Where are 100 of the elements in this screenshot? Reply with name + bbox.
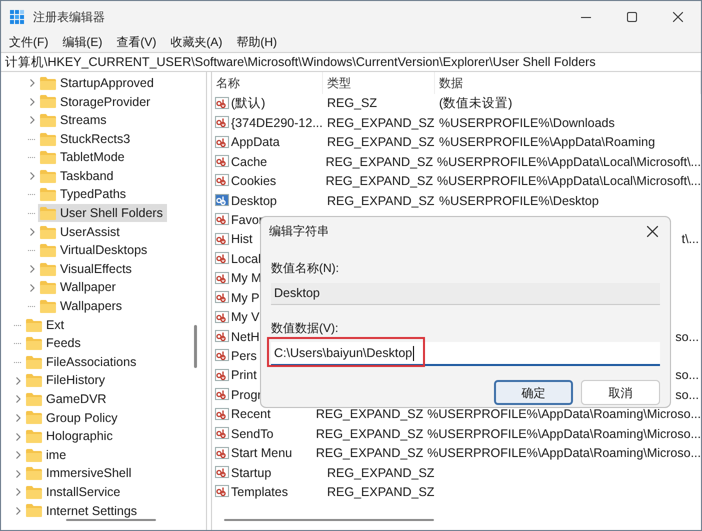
value-name[interactable]: Recent	[231, 405, 271, 424]
value-type: REG_EXPAND_SZ	[316, 407, 424, 422]
value-name[interactable]: {374DE290-12...	[231, 114, 323, 133]
menu-item[interactable]: 文件(F)	[9, 33, 48, 51]
folder-icon	[26, 337, 42, 350]
chevron-right-icon[interactable]	[16, 376, 20, 385]
tree-item[interactable]: ime	[24, 446, 70, 464]
value-name[interactable]: Cookies	[231, 172, 276, 191]
tree-item[interactable]: TabletMode	[38, 148, 129, 167]
tree-item[interactable]: VisualEffects	[38, 260, 136, 278]
folder-icon	[40, 281, 56, 294]
value-name[interactable]: Startup	[231, 464, 272, 482]
value-name[interactable]: Print	[231, 366, 257, 386]
value-name[interactable]: Pers	[231, 347, 257, 366]
column-header[interactable]: 名称	[212, 72, 323, 94]
chevron-right-icon[interactable]	[16, 506, 20, 515]
value-name-field[interactable]: Desktop	[271, 283, 660, 305]
tree-item[interactable]: Feeds	[24, 334, 85, 353]
chevron-right-icon[interactable]	[30, 116, 34, 124]
value-type: REG_EXPAND_SZ	[327, 135, 434, 150]
tree-item[interactable]: FileHistory	[24, 372, 110, 390]
tree-item[interactable]: Wallpapers	[38, 297, 126, 316]
chevron-right-icon[interactable]	[30, 172, 34, 180]
chevron-right-icon[interactable]	[30, 265, 34, 274]
scrollbar-thumb[interactable]	[224, 519, 434, 521]
column-header[interactable]: 类型	[323, 72, 435, 94]
tree-item[interactable]: VirtualDesktops	[38, 242, 152, 260]
field-label: 数值名称(N):	[271, 260, 340, 277]
menu-item[interactable]: 帮助(H)	[236, 33, 277, 51]
folder-icon	[40, 262, 56, 276]
tree-item[interactable]: StorageProvider	[38, 92, 154, 111]
value-name[interactable]: Local	[231, 250, 261, 269]
value-name[interactable]: Desktop	[231, 192, 277, 210]
tree-item[interactable]: Holographic	[24, 428, 117, 446]
folder-icon	[40, 95, 56, 108]
value-name[interactable]: Cache	[231, 152, 268, 172]
tree-item[interactable]: Streams	[38, 111, 111, 130]
address-bar[interactable]: 计算机\HKEY_CURRENT_USER\Software\Microsoft\Windows\CurrentVersion\Explorer\User Shell Folders	[1, 52, 701, 72]
folder-icon	[26, 392, 42, 406]
tree-item[interactable]: StuckRects3	[38, 130, 134, 148]
tree-item[interactable]: Ext	[24, 316, 68, 334]
value-data: so...	[675, 367, 700, 384]
tree-item[interactable]: TypedPaths	[38, 186, 130, 204]
chevron-right-icon[interactable]	[30, 284, 34, 292]
value-name[interactable]: NetH	[231, 328, 260, 346]
folder-icon	[40, 188, 56, 202]
value-data: so...	[675, 386, 700, 404]
chevron-right-icon[interactable]	[16, 488, 20, 496]
chevron-right-icon[interactable]	[16, 451, 20, 460]
value-type: REG_EXPAND_SZ	[326, 174, 434, 188]
chevron-right-icon[interactable]	[30, 79, 34, 88]
folder-icon	[40, 132, 56, 146]
dialog-button[interactable]: 取消	[581, 380, 660, 405]
tree-item[interactable]: FileAssociations	[24, 353, 140, 372]
menu-item[interactable]: 收藏夹(A)	[170, 33, 222, 51]
scrollbar-thumb[interactable]	[66, 519, 156, 521]
tree-item[interactable]: InstallService	[24, 483, 124, 502]
value-data-field[interactable]: C:\Users\baiyun\Desktop	[271, 342, 660, 366]
tree-item[interactable]: Taskband	[38, 167, 118, 186]
chevron-right-icon[interactable]	[16, 432, 20, 441]
value-name[interactable]: SendTo	[231, 424, 274, 444]
folder-icon	[26, 318, 42, 332]
value-data: %USERPROFILE%\AppData\Roaming\Microso...	[427, 445, 701, 462]
chevron-right-icon[interactable]	[30, 98, 34, 106]
tree-item[interactable]: UserAssist	[38, 223, 124, 242]
scrollbar-thumb[interactable]	[194, 325, 197, 368]
tree-item[interactable]: GameDVR	[24, 390, 110, 408]
value-name[interactable]: Templates	[231, 483, 288, 502]
value-name[interactable]: Favor	[231, 210, 263, 230]
value-name[interactable]: (默认)	[231, 94, 266, 114]
column-header[interactable]: 数据	[435, 72, 701, 94]
value-data: %USERPROFILE%\AppData\Roaming\Microso...	[427, 406, 701, 424]
close-icon	[673, 12, 683, 22]
folder-icon	[40, 244, 56, 258]
menu-item[interactable]: 编辑(E)	[62, 33, 102, 51]
text-cursor	[413, 346, 414, 360]
value-name[interactable]: Start Menu	[231, 444, 292, 463]
chevron-right-icon[interactable]	[16, 414, 20, 422]
value-name[interactable]: Hist	[231, 230, 253, 250]
dialog-button[interactable]: 确定	[494, 380, 573, 405]
chevron-right-icon[interactable]	[16, 470, 20, 478]
value-type: REG_EXPAND_SZ	[327, 116, 434, 130]
value-name[interactable]: AppData	[231, 133, 280, 152]
value-data: %USERPROFILE%\AppData\Roaming	[439, 134, 656, 152]
tree-item[interactable]: ImmersiveShell	[24, 464, 136, 483]
chevron-right-icon[interactable]	[30, 228, 34, 236]
folder-icon	[26, 504, 42, 518]
folder-icon	[26, 411, 42, 424]
chevron-right-icon[interactable]	[16, 395, 20, 404]
close-icon[interactable]	[647, 226, 658, 236]
menu-item[interactable]: 查看(V)	[116, 33, 156, 51]
tree-item[interactable]: StartupApproved	[38, 74, 158, 92]
tree-item[interactable]: User Shell Folders	[38, 204, 167, 222]
value-name[interactable]: My P	[231, 288, 260, 308]
value-name[interactable]: Progr	[231, 386, 262, 405]
value-name[interactable]: My V	[231, 308, 260, 327]
tree-item[interactable]: Internet Settings	[24, 502, 142, 520]
value-data: %USERPROFILE%\AppData\Roaming\Microso...	[427, 426, 701, 443]
tree-item[interactable]: Group Policy	[24, 408, 122, 427]
tree-item[interactable]: Wallpaper	[38, 278, 120, 297]
